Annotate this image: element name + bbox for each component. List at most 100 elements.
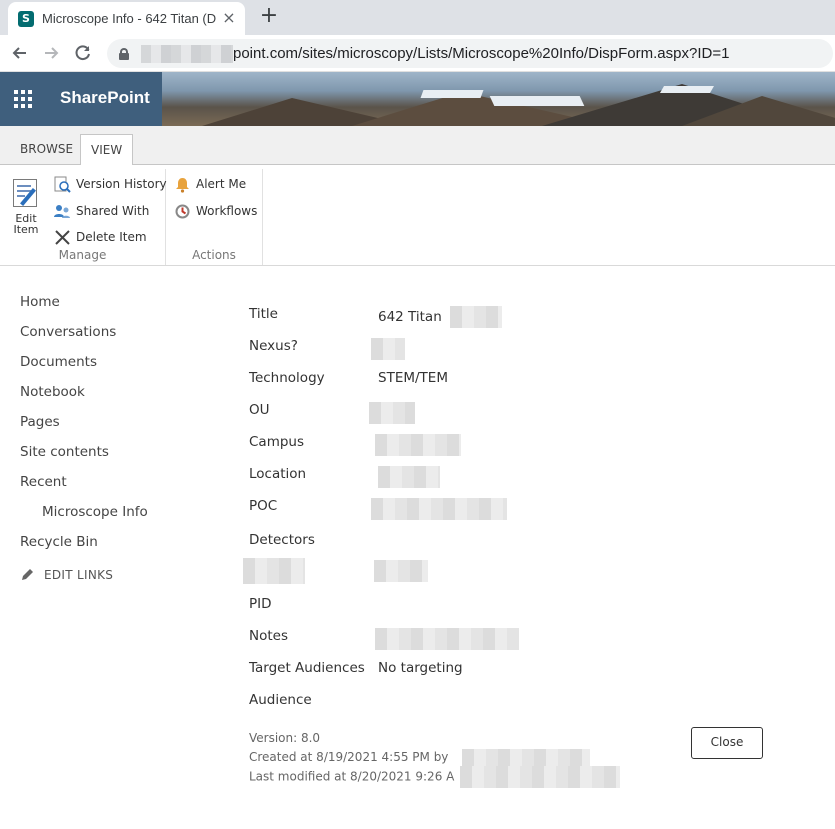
redacted-value [378, 466, 440, 488]
redacted-value [371, 498, 507, 520]
nav-conversations[interactable]: Conversations [20, 322, 220, 352]
workflows-label: Workflows [196, 204, 258, 218]
edit-item-label-line2: Item [13, 223, 39, 236]
nav-pages[interactable]: Pages [20, 412, 220, 442]
nav-microscope-info[interactable]: Microscope Info [20, 502, 220, 532]
field-label-ou: OU [249, 402, 270, 418]
shared-with-people-icon [54, 203, 71, 220]
field-notes: Notes [249, 626, 789, 658]
nav-recent[interactable]: Recent [20, 472, 220, 502]
workflows-icon [174, 203, 191, 220]
field-technology: Technology STEM/TEM [249, 368, 789, 400]
edit-item-button[interactable]: Edit Item [8, 177, 44, 235]
delete-x-icon [54, 229, 71, 246]
ribbon: Edit Item Version History Shared With De… [0, 165, 835, 266]
forward-arrow-icon[interactable] [40, 42, 62, 64]
redacted-value [374, 560, 428, 582]
reload-icon[interactable] [72, 42, 94, 64]
version-history-button[interactable]: Version History [54, 174, 167, 194]
field-value-title: 642 Titan [378, 306, 503, 328]
field-pid: PID [249, 594, 789, 626]
field-label-technology: Technology [249, 370, 325, 386]
mountain-banner-image [162, 72, 835, 126]
ribbon-tab-browse[interactable]: BROWSE [10, 134, 83, 165]
version-history-icon [54, 176, 71, 193]
back-arrow-icon[interactable] [9, 42, 31, 64]
nav-documents[interactable]: Documents [20, 352, 220, 382]
delete-item-button[interactable]: Delete Item [54, 227, 147, 247]
lock-icon [119, 47, 129, 60]
version-text: Version: 8.0 [249, 731, 321, 745]
modified-text: Last modified at 8/20/2021 9:26 A [249, 769, 455, 784]
display-form: Title 642 Titan Nexus? Technology STEM/T… [243, 304, 789, 722]
field-value-poc [371, 498, 507, 520]
field-value-notes [375, 628, 519, 650]
ribbon-tab-view[interactable]: VIEW [80, 134, 134, 166]
title-value-text: 642 Titan [378, 309, 442, 325]
modified-line: Last modified at 8/20/2021 9:26 A [249, 766, 621, 788]
field-value-target-audiences: No targeting [378, 660, 463, 676]
url-text: point.com/sites/microscopy/Lists/Microsc… [233, 45, 730, 62]
redacted-value [450, 306, 503, 328]
new-tab-icon[interactable]: + [258, 5, 280, 27]
redacted-value [243, 558, 305, 584]
edit-links-button[interactable]: EDIT LINKS [20, 568, 220, 582]
field-nexus: Nexus? [249, 336, 789, 368]
address-bar[interactable]: point.com/sites/microscopy/Lists/Microsc… [107, 39, 833, 68]
field-detectors: Detectors [249, 528, 789, 554]
browser-tabstrip: S Microscope Info - 642 Titan (D × + [0, 0, 835, 35]
field-label-nexus: Nexus? [249, 338, 298, 354]
created-text: Created at 8/19/2021 4:55 PM by [249, 749, 449, 764]
nav-home[interactable]: Home [20, 292, 220, 322]
redacted-author [462, 748, 591, 766]
field-detectors-values [243, 554, 789, 594]
shared-with-label: Shared With [76, 204, 150, 218]
ribbon-tab-bar: BROWSE VIEW [0, 126, 835, 166]
version-history-label: Version History [76, 177, 167, 191]
redacted-url-host [141, 44, 233, 63]
browser-tab-active[interactable]: S Microscope Info - 642 Titan (D × [8, 2, 245, 35]
app-launcher-waffle-icon[interactable] [14, 90, 32, 108]
item-metadata: Version: 8.0 Created at 8/19/2021 4:55 P… [249, 729, 621, 788]
sharepoint-brand[interactable]: SharePoint [60, 88, 150, 108]
redacted-value [375, 434, 461, 456]
close-button[interactable]: Close [691, 727, 763, 759]
alert-me-label: Alert Me [196, 177, 247, 191]
created-line: Created at 8/19/2021 4:55 PM by [249, 748, 620, 767]
redacted-value [369, 402, 415, 424]
field-poc: POC [249, 496, 789, 528]
redacted-value [371, 338, 405, 360]
field-label-location: Location [249, 466, 307, 482]
field-target-audiences: Target Audiences No targeting [249, 658, 789, 690]
bell-icon [174, 176, 191, 193]
ribbon-group-label-actions: Actions [192, 248, 236, 262]
ribbon-group-actions: Alert Me Workflows Actions [166, 169, 263, 265]
nav-site-contents[interactable]: Site contents [20, 442, 220, 472]
field-label-target-audiences: Target Audiences [249, 660, 365, 676]
quick-launch-nav: Home Conversations Documents Notebook Pa… [20, 292, 220, 582]
redacted-detector-value [374, 560, 428, 582]
field-label-poc: POC [249, 498, 278, 514]
alert-me-button[interactable]: Alert Me [174, 174, 246, 194]
tab-close-icon[interactable]: × [221, 10, 237, 26]
edit-links-label: EDIT LINKS [44, 568, 114, 582]
nav-recycle-bin[interactable]: Recycle Bin [20, 532, 220, 562]
shared-with-button[interactable]: Shared With [54, 201, 149, 221]
field-label-detectors: Detectors [249, 532, 315, 548]
suite-bar: SharePoint [0, 72, 835, 126]
field-value-ou [369, 402, 415, 424]
field-campus: Campus [249, 432, 789, 464]
field-value-technology: STEM/TEM [378, 370, 448, 386]
edit-document-icon [10, 177, 42, 209]
field-value-location [378, 466, 440, 488]
sharepoint-favicon-icon: S [18, 10, 34, 27]
field-label-campus: Campus [249, 434, 305, 450]
ribbon-group-manage: Edit Item Version History Shared With De… [0, 169, 167, 265]
nav-notebook[interactable]: Notebook [20, 382, 220, 412]
field-value-nexus [371, 338, 405, 360]
delete-item-label: Delete Item [76, 230, 147, 244]
redacted-detector-name [243, 558, 305, 584]
workflows-button[interactable]: Workflows [174, 201, 257, 221]
field-label-audience: Audience [249, 692, 312, 708]
field-ou: OU [249, 400, 789, 432]
